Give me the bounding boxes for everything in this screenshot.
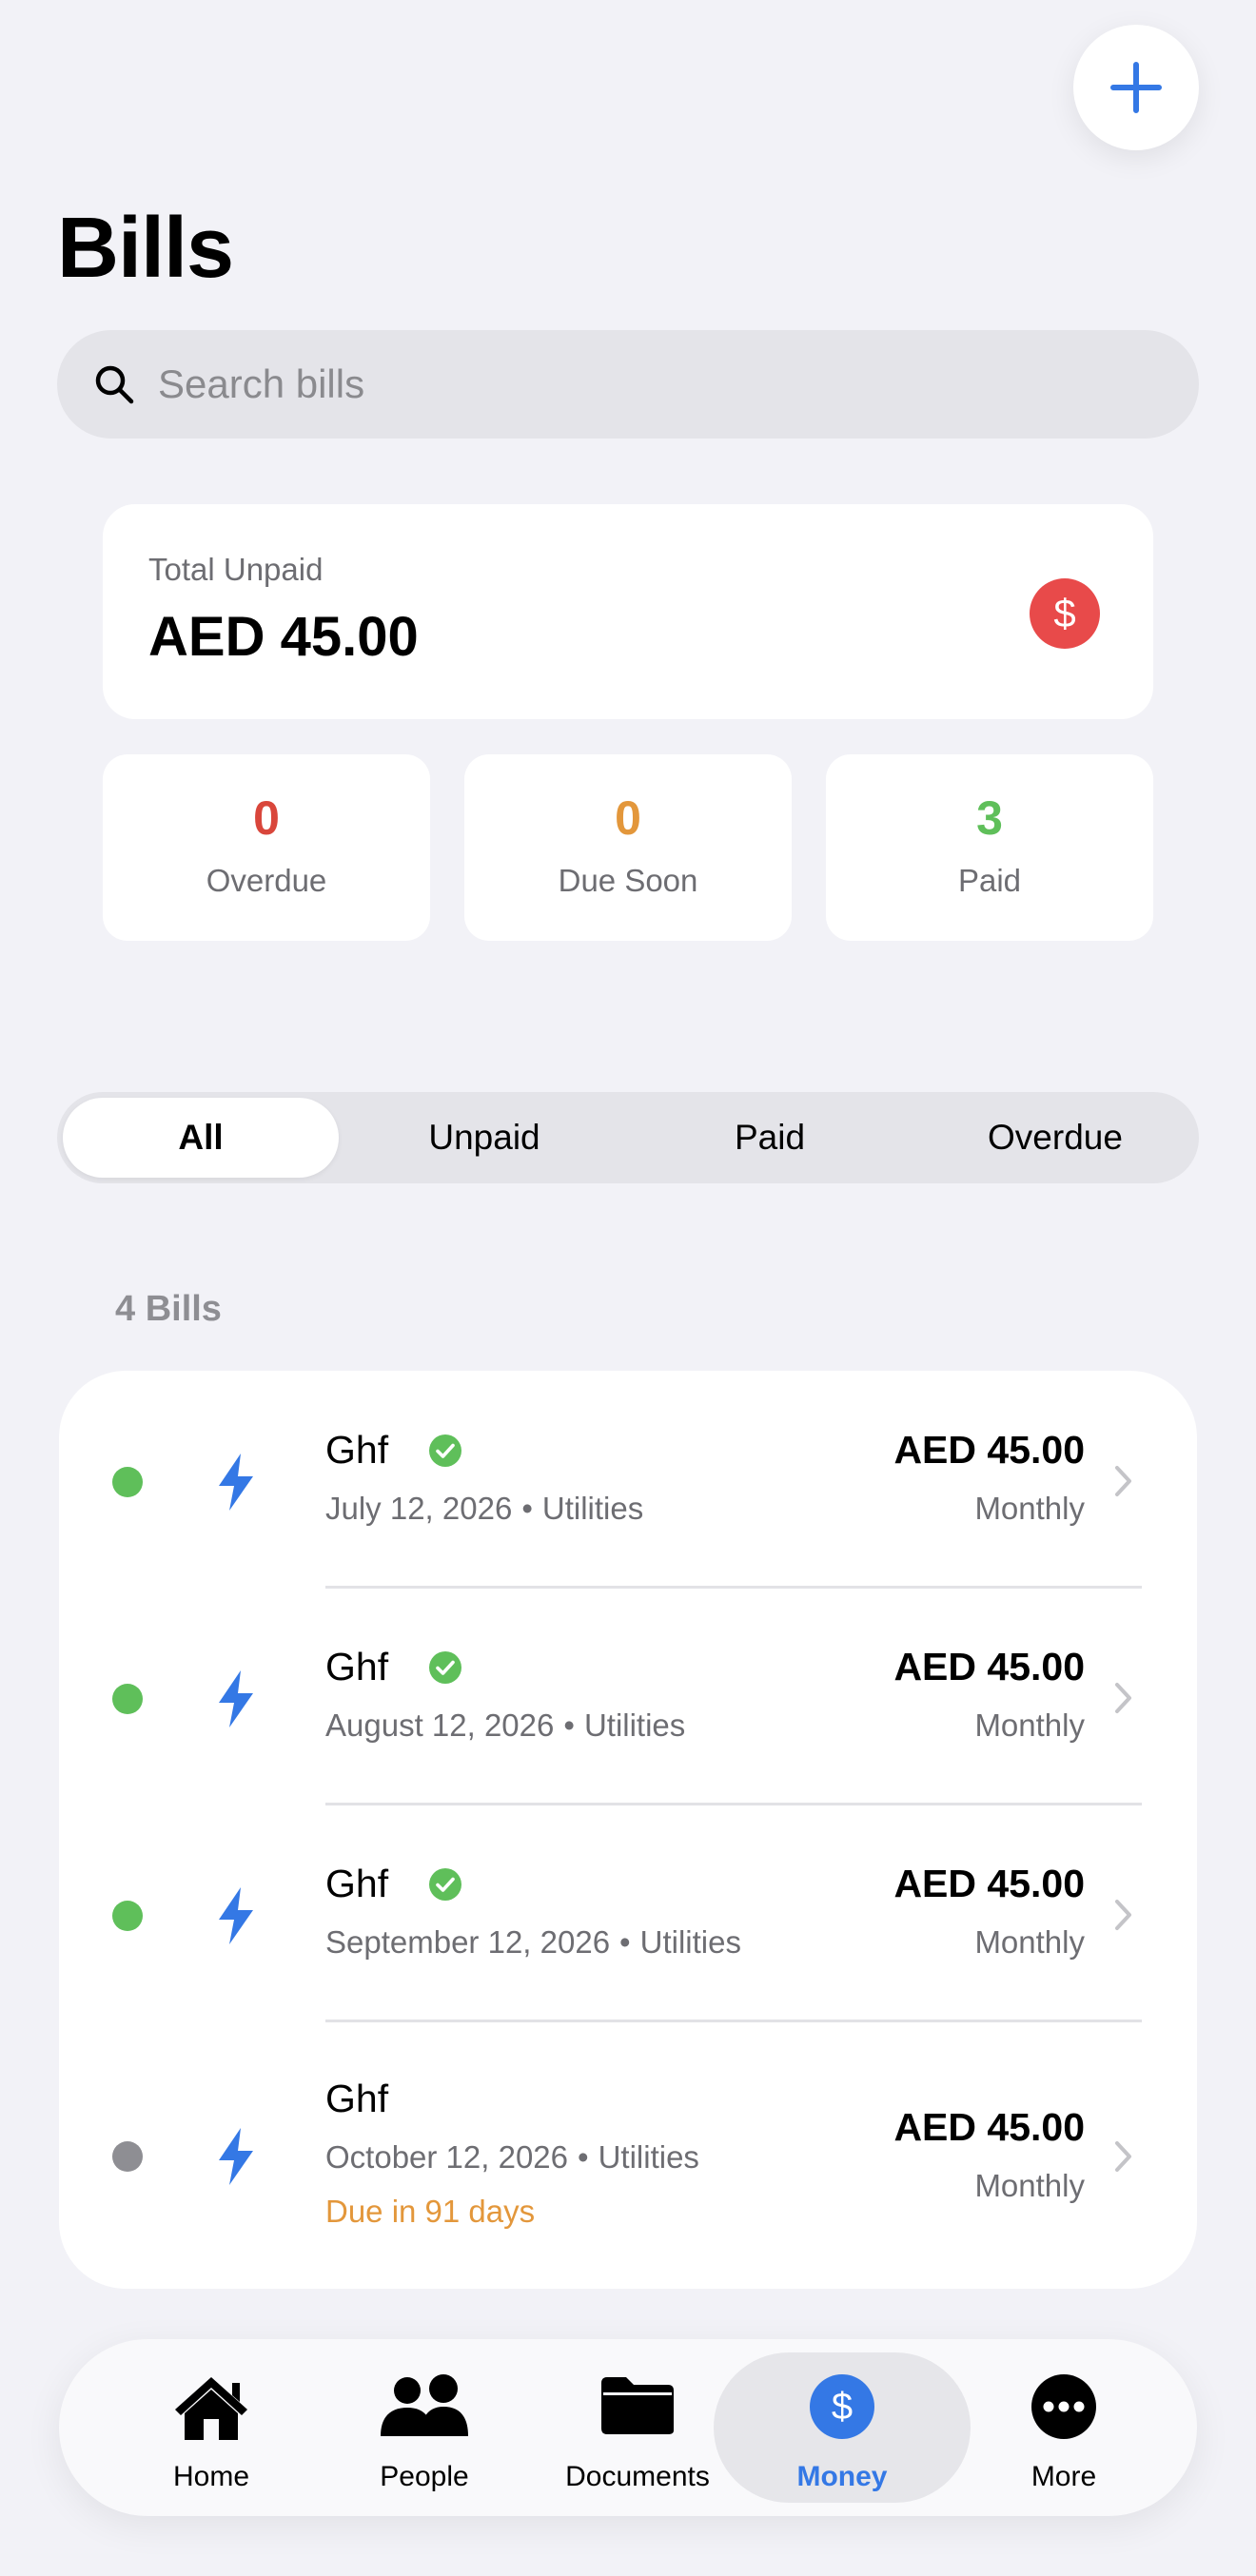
tab-documents[interactable]: Documents bbox=[531, 2339, 744, 2516]
search-icon bbox=[95, 365, 134, 404]
dollar-icon: $ bbox=[1030, 578, 1100, 649]
lightning-bolt-icon bbox=[219, 2128, 253, 2185]
chevron-right-icon bbox=[1115, 1466, 1131, 1496]
bill-name: Ghf bbox=[325, 1862, 389, 1905]
search-bar[interactable] bbox=[57, 330, 1199, 439]
filter-unpaid[interactable]: Unpaid bbox=[346, 1098, 622, 1178]
stat-paid[interactable]: 3 Paid bbox=[826, 754, 1153, 941]
dollar-symbol: $ bbox=[1053, 591, 1076, 635]
folder-icon bbox=[601, 2377, 674, 2434]
add-bill-button[interactable] bbox=[1073, 25, 1199, 150]
total-unpaid-label: Total Unpaid bbox=[148, 552, 324, 587]
chevron-right-icon bbox=[1115, 1683, 1131, 1713]
tab-home[interactable]: Home bbox=[105, 2339, 318, 2516]
filter-all[interactable]: All bbox=[63, 1098, 339, 1178]
bill-category: Utilities bbox=[583, 1708, 686, 1743]
bill-amount: AED 45.00 bbox=[893, 2105, 1085, 2149]
bill-date: September 12, 2026 bbox=[325, 1924, 611, 1960]
filter-segmented-control: All Unpaid Paid Overdue bbox=[57, 1092, 1199, 1183]
bill-frequency: Monthly bbox=[974, 1708, 1085, 1743]
meta-separator: • bbox=[521, 1491, 533, 1526]
meta-separator: • bbox=[619, 1924, 631, 1960]
bill-date: July 12, 2026 bbox=[325, 1491, 513, 1526]
bill-date: October 12, 2026 bbox=[325, 2139, 569, 2175]
meta-separator: • bbox=[563, 1708, 575, 1743]
status-dot bbox=[112, 1467, 143, 1497]
filter-paid[interactable]: Paid bbox=[632, 1098, 908, 1178]
paid-check-icon bbox=[429, 1434, 461, 1467]
status-dot bbox=[112, 1684, 143, 1714]
bill-meta: October 12, 2026 • Utilities bbox=[325, 2139, 699, 2176]
bills-count: 4 Bills bbox=[115, 1289, 222, 1329]
stat-value: 0 bbox=[615, 791, 641, 845]
bill-name: Ghf bbox=[325, 2077, 389, 2120]
search-input[interactable] bbox=[158, 361, 1109, 407]
stat-label: Due Soon bbox=[558, 863, 698, 898]
lightning-bolt-icon bbox=[219, 1454, 253, 1511]
bill-row[interactable]: Ghf September 12, 2026 • Utilities AED 45.… bbox=[59, 1805, 1197, 2021]
bill-frequency: Monthly bbox=[974, 1491, 1085, 1526]
house-icon bbox=[175, 2377, 247, 2440]
stat-overdue[interactable]: 0 Overdue bbox=[103, 754, 430, 941]
ellipsis-circle-icon bbox=[1031, 2374, 1096, 2439]
people-icon bbox=[381, 2374, 468, 2436]
bill-frequency: Monthly bbox=[974, 1924, 1085, 1960]
paid-check-icon bbox=[429, 1651, 461, 1684]
bill-frequency: Monthly bbox=[974, 2168, 1085, 2203]
stat-value: 3 bbox=[976, 791, 1003, 845]
bill-amount: AED 45.00 bbox=[893, 1428, 1085, 1472]
bill-date: August 12, 2026 bbox=[325, 1708, 555, 1743]
bill-amount: AED 45.00 bbox=[893, 1862, 1085, 1905]
meta-separator: • bbox=[578, 2139, 589, 2175]
page-title: Bills bbox=[57, 201, 234, 296]
stat-label: Paid bbox=[957, 863, 1022, 898]
bill-row[interactable]: Ghf October 12, 2026 • Utilities Due in 91… bbox=[59, 2021, 1197, 2289]
tab-more[interactable]: More bbox=[957, 2339, 1170, 2516]
bill-meta: September 12, 2026 • Utilities bbox=[325, 1924, 741, 1961]
dollar-circle-icon: $ bbox=[810, 2374, 874, 2439]
bill-row[interactable]: Ghf July 12, 2026 • Utilities AED 45.00 Mo… bbox=[59, 1371, 1197, 1588]
lightning-bolt-icon bbox=[219, 1670, 253, 1727]
chevron-right-icon bbox=[1115, 1900, 1131, 1930]
tab-label: More bbox=[1030, 2461, 1097, 2492]
paid-check-icon bbox=[429, 1868, 461, 1901]
chevron-right-icon bbox=[1115, 2141, 1131, 2172]
bill-meta: July 12, 2026 • Utilities bbox=[325, 1491, 643, 1527]
bill-category: Utilities bbox=[639, 1924, 741, 1960]
tab-label: Home bbox=[172, 2461, 250, 2492]
filter-overdue[interactable]: Overdue bbox=[917, 1098, 1193, 1178]
total-unpaid-amount: AED 45.00 bbox=[148, 606, 419, 668]
tab-label: Documents bbox=[565, 2461, 710, 2492]
tab-label: People bbox=[380, 2461, 469, 2492]
bill-name: Ghf bbox=[325, 1428, 389, 1472]
bill-name: Ghf bbox=[325, 1645, 389, 1688]
status-dot bbox=[112, 1901, 143, 1931]
bill-amount: AED 45.00 bbox=[893, 1645, 1085, 1688]
bill-due-text: Due in 91 days bbox=[325, 2194, 536, 2229]
tab-people[interactable]: People bbox=[318, 2339, 531, 2516]
bill-meta: August 12, 2026 • Utilities bbox=[325, 1708, 685, 1744]
plus-icon bbox=[1110, 62, 1162, 113]
tab-bar: Home People Documents $ Money More bbox=[59, 2339, 1197, 2516]
tab-label: Money bbox=[796, 2461, 888, 2492]
bill-category: Utilities bbox=[598, 2139, 699, 2175]
lightning-bolt-icon bbox=[219, 1887, 253, 1944]
bill-row[interactable]: Ghf August 12, 2026 • Utilities AED 45.00 … bbox=[59, 1588, 1197, 1805]
stat-label: Overdue bbox=[206, 863, 327, 898]
tab-money[interactable]: $ Money bbox=[714, 2352, 971, 2503]
total-unpaid-card: Total Unpaid AED 45.00 $ bbox=[103, 504, 1153, 719]
status-dot bbox=[112, 2141, 143, 2172]
svg-text:$: $ bbox=[832, 2386, 853, 2428]
bill-category: Utilities bbox=[541, 1491, 644, 1526]
stat-value: 0 bbox=[253, 791, 280, 845]
stat-due-soon[interactable]: 0 Due Soon bbox=[464, 754, 792, 941]
bill-list: Ghf July 12, 2026 • Utilities AED 45.00 Mo… bbox=[59, 1371, 1197, 2289]
